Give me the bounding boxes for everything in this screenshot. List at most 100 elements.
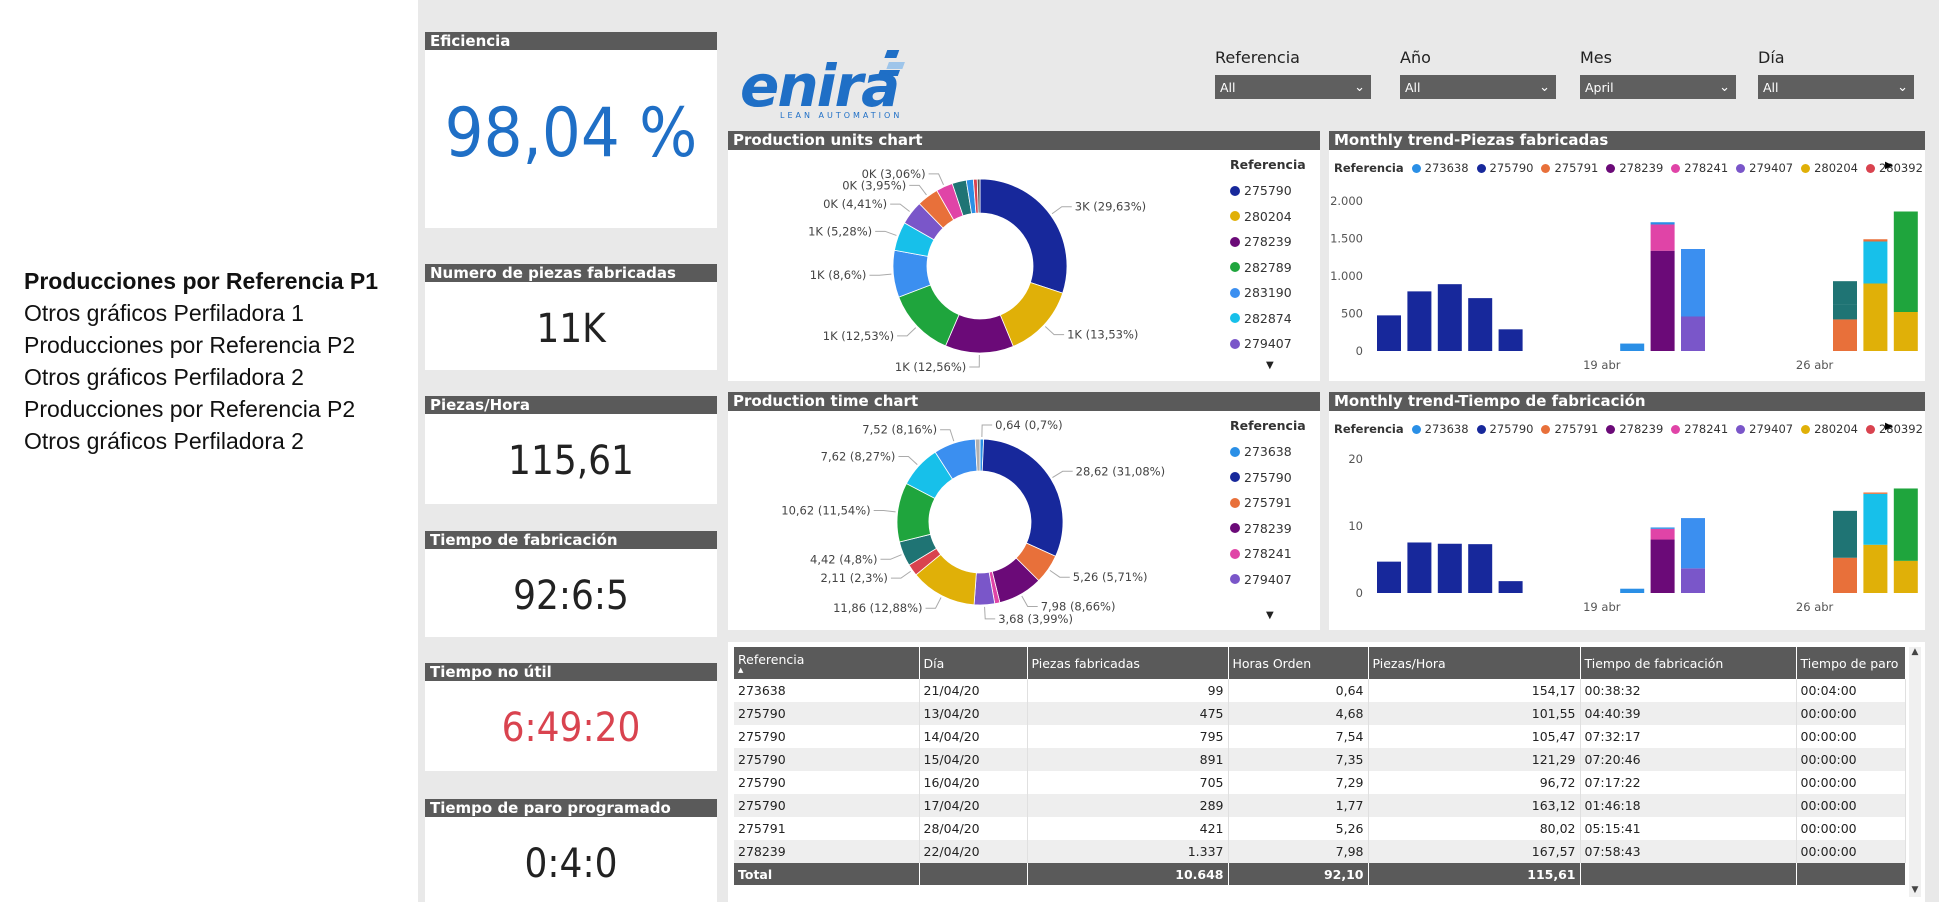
trend-units-bars[interactable]: 0 500 1.000 1.500 2.000 19 abr 26 abr [1329, 187, 1925, 377]
column-header[interactable]: Horas Orden [1228, 647, 1369, 679]
bar-segment[interactable] [1863, 493, 1888, 545]
kpi-tiempo-paro[interactable]: Tiempo de paro programado 0:4:0 [425, 799, 717, 902]
legend-item[interactable]: 275790 [1230, 178, 1306, 204]
bar-segment[interactable] [1498, 581, 1523, 593]
nav-item-producciones-p2[interactable]: Producciones por Referencia P2 [24, 332, 355, 359]
bar-segment[interactable] [1498, 329, 1523, 351]
legend-item[interactable]: 275790 [1476, 161, 1533, 175]
legend-scroll-down-icon[interactable]: ▼ [1266, 360, 1274, 371]
legend-item[interactable]: 278241 [1230, 541, 1306, 567]
column-header[interactable]: Día [919, 647, 1028, 679]
legend-item[interactable]: 280204 [1230, 204, 1306, 230]
bar-segment[interactable] [1407, 542, 1432, 593]
bar-segment[interactable] [1893, 488, 1918, 561]
bar-segment[interactable] [1893, 312, 1918, 351]
kpi-eficiencia[interactable]: Eficiencia 98,04 % [425, 32, 717, 228]
column-header[interactable]: Tiempo de fabricación [1580, 647, 1797, 679]
legend-item[interactable]: 278241 [1671, 161, 1728, 175]
table-row[interactable]: 273638 21/04/20 99 0,64 154,17 00:38:32 00:04:… [734, 679, 1906, 702]
bar-segment[interactable] [1681, 249, 1705, 317]
column-header[interactable]: Piezas fabricadas [1027, 647, 1229, 679]
legend-item[interactable]: 282789 [1230, 255, 1306, 281]
bar-segment[interactable] [1863, 241, 1888, 284]
legend-next-icon[interactable]: ▶ [1885, 421, 1893, 432]
legend-item[interactable]: 275790 [1230, 465, 1306, 491]
kpi-piezas-hora[interactable]: Piezas/Hora 115,61 [425, 396, 717, 504]
bar-segment[interactable] [1681, 518, 1705, 569]
scroll-up-icon[interactable]: ▲ [1909, 647, 1921, 657]
bar-segment[interactable] [1650, 224, 1675, 251]
legend-item[interactable]: 273638 [1411, 161, 1469, 175]
legend-item[interactable]: 275791 [1541, 161, 1598, 175]
legend-item[interactable]: 275791 [1230, 490, 1306, 516]
bar-segment[interactable] [1863, 283, 1888, 352]
scroll-down-icon[interactable]: ▼ [1909, 885, 1921, 895]
donut-slice[interactable] [981, 438, 1064, 557]
legend-item[interactable]: 275791 [1541, 422, 1598, 436]
bar-segment[interactable] [1468, 298, 1493, 351]
bar-segment[interactable] [1468, 544, 1493, 593]
bar-segment[interactable] [1620, 588, 1645, 593]
legend-item[interactable]: 283190 [1230, 280, 1306, 306]
bar-segment[interactable] [1620, 343, 1645, 351]
bar-segment[interactable] [1863, 492, 1888, 494]
legend-item[interactable]: 280204 [1801, 422, 1858, 436]
bar-segment[interactable] [1650, 250, 1675, 351]
table-row[interactable]: 275790 17/04/20 289 1,77 163,12 01:46:18 00:00… [734, 794, 1906, 817]
bar-segment[interactable] [1833, 557, 1857, 593]
sort-ascending-icon[interactable]: ▲ [738, 667, 915, 674]
bar-segment[interactable] [1377, 561, 1401, 593]
legend-item[interactable]: 279407 [1230, 567, 1306, 593]
legend-item[interactable]: 278239 [1606, 422, 1663, 436]
nav-item-otros-p2[interactable]: Otros gráficos Perfiladora 2 [24, 364, 304, 391]
filter-mes-select[interactable]: April ⌄ [1580, 75, 1736, 99]
filter-referencia-select[interactable]: All ⌄ [1215, 75, 1371, 99]
detail-table-panel[interactable]: Referencia ▲ Día Piezas fabricadas Horas Ord… [728, 642, 1925, 902]
filter-anio-select[interactable]: All ⌄ [1400, 75, 1556, 99]
column-header[interactable]: Tiempo de paro [1796, 647, 1906, 679]
legend-item[interactable]: 279407 [1736, 161, 1793, 175]
nav-item-otros-p1[interactable]: Otros gráficos Perfiladora 1 [24, 300, 304, 327]
bar-segment[interactable] [1833, 510, 1857, 558]
table-scrollbar[interactable]: ▲ ▼ [1909, 647, 1921, 897]
production-time-panel[interactable]: Production time chart 0,64 (0,7%) 28,62 (… [728, 392, 1320, 630]
production-units-donut[interactable]: 3K (29,63%) 1K (13,53%) 1K (12,56%) 1K (12,… [728, 150, 1198, 381]
bar-segment[interactable] [1650, 539, 1675, 593]
legend-item[interactable]: 275790 [1476, 422, 1533, 436]
legend-item[interactable]: 280204 [1801, 161, 1858, 175]
kpi-tiempo-fabricacion[interactable]: Tiempo de fabricación 92:6:5 [425, 531, 717, 637]
legend-item[interactable]: 278239 [1230, 516, 1306, 542]
column-header[interactable]: Piezas/Hora [1368, 647, 1581, 679]
legend-item[interactable]: 279407 [1230, 331, 1306, 357]
bar-segment[interactable] [1863, 544, 1888, 593]
legend-item[interactable]: 273638 [1411, 422, 1469, 436]
legend-item[interactable]: 279407 [1736, 422, 1793, 436]
bar-segment[interactable] [1893, 211, 1918, 313]
trend-units-panel[interactable]: Monthly trend-Piezas fabricadas Referenc… [1329, 131, 1925, 381]
donut-slice[interactable] [979, 178, 1068, 294]
bar-segment[interactable] [1437, 543, 1462, 593]
trend-time-panel[interactable]: Monthly trend-Tiempo de fabricación Refe… [1329, 392, 1925, 630]
table-row[interactable]: 278239 22/04/20 1.337 7,98 167,57 07:58:43 00:… [734, 840, 1906, 863]
legend-item[interactable]: 278241 [1671, 422, 1728, 436]
legend-item[interactable]: 278239 [1230, 229, 1306, 255]
bar-segment[interactable] [1833, 304, 1857, 320]
table-row[interactable]: 275790 14/04/20 795 7,54 105,47 07:32:17 00:00… [734, 725, 1906, 748]
bar-segment[interactable] [1833, 319, 1857, 351]
nav-item-producciones-p2-b[interactable]: Producciones por Referencia P2 [24, 396, 355, 423]
table-row[interactable]: 275790 15/04/20 891 7,35 121,29 07:20:46 00:00… [734, 748, 1906, 771]
production-units-panel[interactable]: Production units chart 3K (29,63%) 1K (13… [728, 131, 1320, 381]
bar-segment[interactable] [1893, 560, 1918, 593]
filter-dia-select[interactable]: All ⌄ [1758, 75, 1914, 99]
trend-time-bars[interactable]: 0 10 20 19 abr 26 abr [1329, 448, 1925, 628]
kpi-tiempo-no-util[interactable]: Tiempo no útil 6:49:20 [425, 663, 717, 771]
bar-segment[interactable] [1437, 284, 1462, 351]
legend-item[interactable]: 280392 [1865, 161, 1923, 175]
bar-segment[interactable] [1650, 528, 1675, 540]
table-row[interactable]: 275790 16/04/20 705 7,29 96,72 07:17:22 00:00:… [734, 771, 1906, 794]
table-row[interactable]: 275791 28/04/20 421 5,26 80,02 05:15:41 00:00:… [734, 817, 1906, 840]
bar-segment[interactable] [1650, 527, 1675, 529]
bar-segment[interactable] [1681, 568, 1705, 593]
bar-segment[interactable] [1863, 239, 1888, 242]
production-time-donut[interactable]: 0,64 (0,7%)28,62 (31,08%)5,26 (5,71%)7,9… [728, 411, 1198, 630]
